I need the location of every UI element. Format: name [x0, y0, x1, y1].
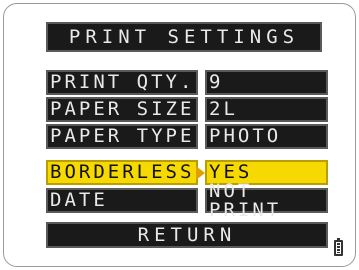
setting-label-borderless[interactable]: BORDERLESS — [46, 160, 198, 185]
setting-label-print-qty[interactable]: PRINT QTY. — [46, 70, 198, 95]
return-button[interactable]: RETURN — [46, 222, 328, 248]
setting-label-paper-type[interactable]: PAPER TYPE — [46, 124, 198, 149]
setting-value-print-qty[interactable]: 9 — [205, 70, 328, 95]
setting-value-paper-size[interactable]: 2L — [205, 97, 328, 122]
setting-value-date[interactable]: NOT PRINT — [205, 181, 328, 219]
selection-arrow-icon — [196, 166, 205, 180]
setting-label-date[interactable]: DATE — [46, 188, 198, 213]
print-settings-screen: PRINT SETTINGS PRINT QTY. 9 PAPER SIZE 2… — [3, 3, 356, 267]
setting-value-paper-type[interactable]: PHOTO — [205, 124, 328, 149]
battery-icon — [334, 238, 343, 256]
setting-label-paper-size[interactable]: PAPER SIZE — [46, 97, 198, 122]
screen-title: PRINT SETTINGS — [46, 22, 322, 52]
